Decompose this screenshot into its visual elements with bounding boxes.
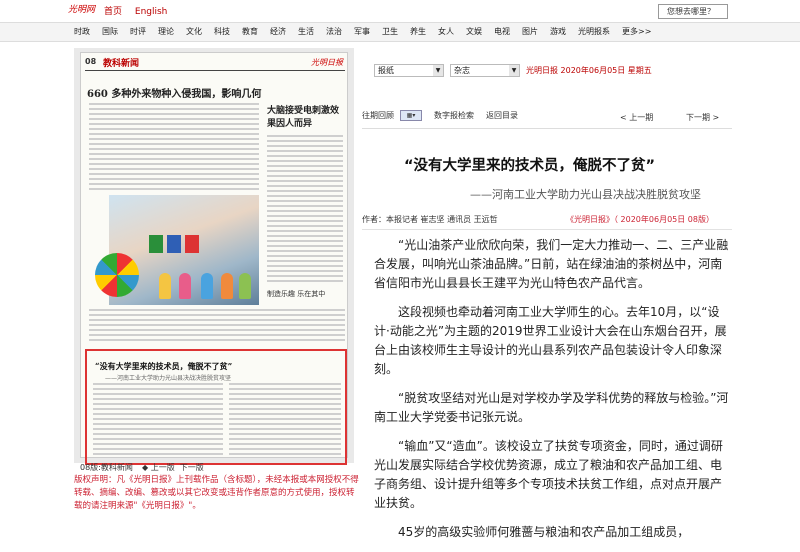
nav-item[interactable]: 文化 [180,23,208,43]
copyright-notice: 版权声明：凡《光明日报》上刊载作品（含标题），未经本报或本网授权不得转载、摘编、… [74,475,359,511]
newspaper-page[interactable]: 08 教科新闻 光明日报 660 多种外来物种入侵我国，影响几何 大脑接受电刺激… [80,52,348,465]
calendar-icon[interactable]: ▦▾ [400,110,422,121]
prize-wheel [95,253,139,297]
highlighted-article-region[interactable]: “没有大学里来的技术员，俺脱不了贫” ——河南工业大学助力光山县决战决胜脱贫攻坚 [85,349,347,465]
nav-item[interactable]: 光明报系 [572,23,616,43]
page-headline-side[interactable]: 大脑接受电刺激效果因人而异 [267,105,345,131]
nav-item[interactable]: 军事 [348,23,376,43]
article-subtitle: ——河南工业大学助力光山县决战决胜脱贫攻坚 [470,188,701,201]
prev-issue-link[interactable]: < 上一期 [620,112,653,123]
article-paragraph: “脱贫攻坚结对光山是对学校办学及学科优势的释放与检验。”河南工业大学党委书记张元… [374,391,729,424]
nav-item[interactable]: 时评 [124,23,152,43]
back-issues-link[interactable]: 往期回顾 [362,110,394,121]
back-to-index-link[interactable]: 返回目录 [486,110,518,121]
article-title: “没有大学里来的技术员，俺脱不了贫” [404,158,656,174]
search-input[interactable]: 您想去哪里？ [658,4,728,19]
nav-item[interactable]: 教育 [236,23,264,43]
text-block [89,103,259,193]
page-masthead: 光明日报 [311,58,343,67]
nav-item[interactable]: 生活 [292,23,320,43]
article-source: 《光明日报》（ 2020年06月05日 08版） [566,215,714,224]
page-footer-links: ◆ 上一版 下一版 [142,462,204,473]
nav-item[interactable]: 电视 [488,23,516,43]
issue-date: 光明日报 2020年06月05日 星期五 [526,66,652,75]
nav-item[interactable]: 更多>> [616,23,657,43]
content-area: 08 教科新闻 光明日报 660 多种外来物种入侵我国，影响几何 大脑接受电刺激… [0,42,800,539]
text-block [89,309,345,344]
nav-item[interactable]: 卫生 [376,23,404,43]
english-link[interactable]: English [135,7,168,17]
nav-item[interactable]: 理论 [152,23,180,43]
highlighted-article-title[interactable]: “没有大学里来的技术员，俺脱不了贫” [95,361,232,372]
text-block [267,135,343,285]
page-footer-label: 08版:教科新闻 [80,463,133,472]
nav-item[interactable]: 文娱 [460,23,488,43]
article-paragraph: “光山油茶产业欣欣向荣，我们一定大力推动一、二、三产业融合发展，叫响光山茶油品牌… [374,238,729,290]
article-body: “光山油茶产业欣欣向荣，我们一定大力推动一、二、三产业融合发展，叫响光山茶油品牌… [374,236,730,552]
nav-items: 时政 国际 时评 理论 文化 科技 教育 经济 生活 法治 军事 卫生 养生 女人 文娱 电视 图片 游戏 光明报系… [68,23,657,43]
chevron-down-icon: ▼ [433,65,443,76]
prev-page-link[interactable]: ◆ 上一版 [142,463,175,472]
nav-item[interactable]: 经济 [264,23,292,43]
divider [362,128,732,129]
page-header: 08 教科新闻 光明日报 [85,57,345,71]
highlighted-article-subtitle: ——河南工业大学助力光山县决战决胜脱贫攻坚 [105,375,232,382]
photo-caption: 制造乐趣 乐在其中 [267,290,326,298]
magazine-select[interactable]: 杂志 ▼ [450,64,520,77]
nav-item[interactable]: 法治 [320,23,348,43]
next-issue-link[interactable]: 下一期 > [686,112,719,123]
nav-item[interactable]: 游戏 [544,23,572,43]
publication-select[interactable]: 报纸 ▼ [374,64,444,77]
digital-search-link[interactable]: 数字报检索 [434,110,474,121]
nav-item[interactable]: 养生 [404,23,432,43]
chevron-down-icon: ▼ [509,65,519,76]
article-byline: 作者：本报记者 崔志坚 通讯员 王远哲 [362,215,498,224]
nav-item[interactable]: 时政 [68,23,96,43]
article-paragraph: 这段视频也牵动着河南工业大学师生的心。去年10月，以“设计·动能之光”为主题的2… [374,305,727,376]
top-links: 首页 English [104,4,177,17]
main-nav: 时政 国际 时评 理论 文化 科技 教育 经济 生活 法治 军事 卫生 养生 女人 文娱 电视 图片 游戏 光明报系… [0,22,800,42]
nav-item[interactable]: 国际 [96,23,124,43]
top-bar: 光明网 首页 English 您想去哪里？ [0,0,800,22]
nav-item[interactable]: 女人 [432,23,460,43]
home-link[interactable]: 首页 [104,7,122,17]
article-paragraph: “输血”又“造血”。该校设立了扶贫专项资金，同时，通过调研光山发展实际结合学校优… [374,439,723,510]
text-block [229,383,341,458]
text-block [93,383,223,458]
page-headline-main[interactable]: 660 多种外来物种入侵我国，影响几何 [87,85,261,100]
site-logo[interactable]: 光明网 [68,3,96,18]
nav-item[interactable]: 科技 [208,23,236,43]
next-page-link[interactable]: 下一版 [180,463,204,472]
newspaper-page-panel: 08 教科新闻 光明日报 660 多种外来物种入侵我国，影响几何 大脑接受电刺激… [74,48,354,465]
nav-item[interactable]: 图片 [516,23,544,43]
page-number: 08 [85,57,97,66]
divider [362,229,732,230]
page-photo [95,195,259,305]
page-section: 教科新闻 [103,59,140,69]
